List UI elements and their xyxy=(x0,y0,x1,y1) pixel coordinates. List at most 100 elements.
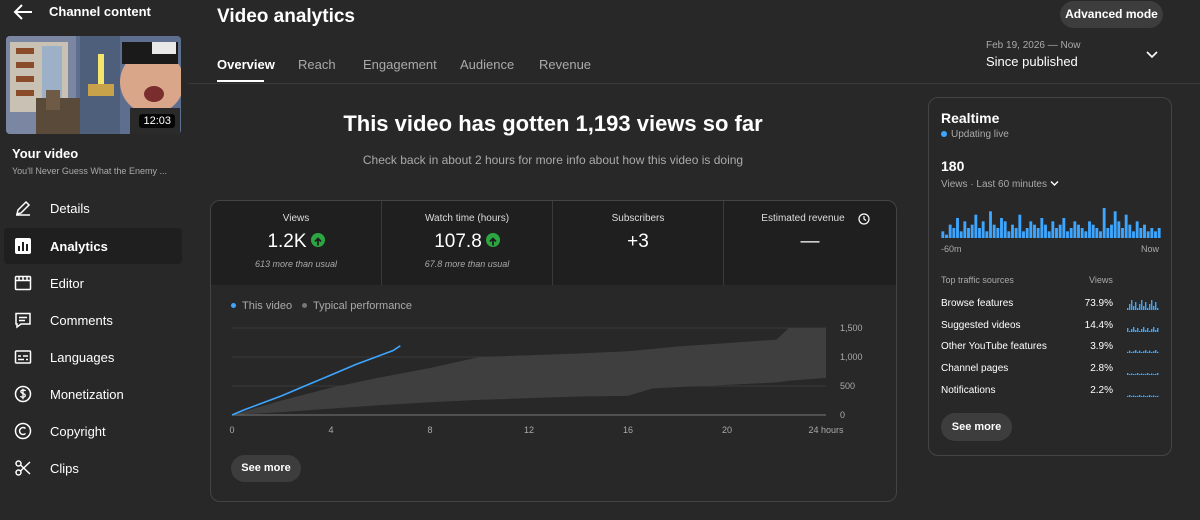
realtime-bar xyxy=(1106,228,1110,238)
realtime-see-more-button[interactable]: See more xyxy=(941,413,1012,441)
sparkline-bar xyxy=(1145,330,1147,332)
metric-label: Views xyxy=(282,213,310,224)
traffic-sources-header: Top traffic sources xyxy=(941,275,1014,285)
x-tick-label: 24 hours xyxy=(808,425,844,435)
sparkline-bar xyxy=(1153,306,1155,310)
editor-icon xyxy=(14,275,32,291)
realtime-bar xyxy=(1077,224,1080,238)
realtime-axis-end: Now xyxy=(1140,244,1159,254)
sparkline-bar xyxy=(1133,306,1135,310)
legend-dot xyxy=(302,302,307,308)
metric-views[interactable]: Views 1.2K 613 more than usual xyxy=(211,201,382,285)
video-thumbnail[interactable]: 12:03 xyxy=(6,36,181,134)
see-more-button[interactable]: See more xyxy=(231,455,301,482)
sparkline-bar xyxy=(1155,330,1157,332)
sparkline-bar xyxy=(1147,351,1149,353)
realtime-bar xyxy=(1157,228,1161,238)
source-sparkline xyxy=(1127,373,1159,375)
sidebar-item-languages[interactable]: Languages xyxy=(4,339,182,375)
metric-label: Watch time (hours) xyxy=(424,213,510,224)
traffic-source-row[interactable]: Notifications 2.2% xyxy=(941,383,1161,401)
traffic-source-row[interactable]: Other YouTube features 3.9% xyxy=(941,339,1161,357)
tab-overview[interactable]: Overview xyxy=(217,57,275,72)
sparkline-bar xyxy=(1135,396,1137,397)
analytics-icon xyxy=(15,238,31,254)
sparkline-bar xyxy=(1157,308,1159,310)
sidebar-item-label: Languages xyxy=(50,350,115,365)
sidebar-item-comments[interactable]: Comments xyxy=(4,302,182,338)
realtime-live-status: Updating live xyxy=(941,129,1009,140)
date-range[interactable]: Feb 19, 2026 — Now xyxy=(986,40,1081,51)
realtime-period-selector[interactable]: Views · Last 60 minutes xyxy=(941,179,1059,190)
metric-estimated-revenue[interactable]: Estimated revenue — xyxy=(724,201,896,285)
legend-dot xyxy=(231,302,236,308)
realtime-period-label: Views · Last 60 minutes xyxy=(941,179,1047,190)
sparkline-bar xyxy=(1155,373,1157,375)
chevron-down-icon[interactable] xyxy=(1146,50,1158,60)
overview-card: Views 1.2K 613 more than usual Watch tim… xyxy=(210,200,897,502)
sparkline-bar xyxy=(1149,395,1151,397)
realtime-bar xyxy=(948,224,952,238)
sidebar-item-details[interactable]: Details xyxy=(4,190,182,226)
sparkline-bar xyxy=(1129,304,1131,310)
traffic-source-row[interactable]: Browse features 73.9% xyxy=(941,296,1161,314)
realtime-bar xyxy=(1113,211,1117,238)
tab-revenue[interactable]: Revenue xyxy=(539,57,591,72)
realtime-bar xyxy=(996,228,1000,238)
realtime-count: 180 xyxy=(941,158,965,174)
sidebar-item-copyright[interactable]: Copyright xyxy=(4,413,182,449)
metric-watch-time[interactable]: Watch time (hours) 107.8 67.8 more than … xyxy=(382,201,553,285)
traffic-source-row[interactable]: Channel pages 2.8% xyxy=(941,361,1161,379)
views-headline: This video has gotten 1,193 views so far xyxy=(343,111,763,136)
realtime-bar xyxy=(1150,228,1154,238)
realtime-bar xyxy=(981,221,985,238)
sparkline-bar xyxy=(1151,396,1153,397)
realtime-bar xyxy=(1033,224,1036,238)
sidebar-item-clips[interactable]: Clips xyxy=(4,450,182,486)
source-sparkline xyxy=(1127,350,1159,353)
realtime-bar xyxy=(1128,224,1132,238)
clock-icon xyxy=(858,213,870,225)
realtime-bar xyxy=(952,228,956,238)
sparkline-bar xyxy=(1143,395,1145,397)
tab-reach[interactable]: Reach xyxy=(298,57,336,72)
sparkline-bar xyxy=(1137,395,1139,397)
x-tick-label: 12 xyxy=(524,425,534,435)
date-range-label[interactable]: Since published xyxy=(986,54,1078,69)
sidebar-item-editor[interactable]: Editor xyxy=(4,265,182,301)
sidebar-item-label: Analytics xyxy=(50,239,108,254)
realtime-bar xyxy=(1124,214,1128,238)
realtime-bar xyxy=(1073,221,1077,238)
sparkline-bar xyxy=(1147,373,1149,375)
tab-audience[interactable]: Audience xyxy=(460,57,514,72)
source-sparkline xyxy=(1127,327,1159,332)
source-name: Channel pages xyxy=(941,363,1009,374)
sparkline-bar xyxy=(1143,351,1145,353)
traffic-source-row[interactable]: Suggested videos 14.4% xyxy=(941,318,1161,336)
advanced-mode-button[interactable]: Advanced mode xyxy=(1060,1,1163,28)
header-divider xyxy=(188,83,1200,84)
metric-value: — xyxy=(800,231,820,252)
sparkline-bar xyxy=(1141,329,1143,332)
realtime-bar xyxy=(1121,228,1124,238)
sidebar-item-analytics[interactable]: Analytics xyxy=(4,228,182,264)
realtime-bar xyxy=(1080,228,1084,238)
x-tick-label: 20 xyxy=(722,425,732,435)
active-tab-indicator xyxy=(217,80,264,82)
realtime-bar xyxy=(963,221,967,238)
realtime-bar xyxy=(1102,208,1106,238)
sparkline-bar xyxy=(1131,300,1133,310)
source-name: Browse features xyxy=(941,298,1014,309)
tab-engagement[interactable]: Engagement xyxy=(363,57,437,72)
x-tick-label: 4 xyxy=(328,425,333,435)
realtime-bar xyxy=(974,214,978,238)
sparkline-bar xyxy=(1131,352,1133,353)
metric-subscribers[interactable]: Subscribers +3 xyxy=(553,201,724,285)
sparkline-bar xyxy=(1141,300,1143,310)
sparkline-bar xyxy=(1133,374,1135,375)
sidebar-item-monetization[interactable]: Monetization xyxy=(4,376,182,412)
back-arrow-icon[interactable] xyxy=(12,2,34,22)
sidebar-item-label: Details xyxy=(50,201,90,216)
video-title[interactable]: You'll Never Guess What the Enemy ... xyxy=(12,166,178,176)
realtime-bar xyxy=(1132,231,1135,238)
